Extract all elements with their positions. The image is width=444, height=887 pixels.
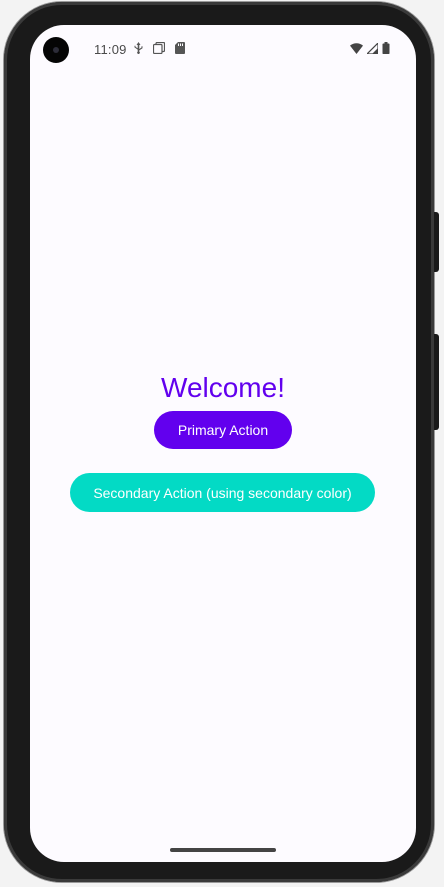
home-gesture-bar[interactable]: [170, 848, 276, 852]
phone-frame: 11:09 Welcome! Primary Action Secondary …: [4, 2, 434, 882]
welcome-title: Welcome!: [161, 372, 285, 403]
power-button: [434, 334, 439, 430]
volume-button: [434, 212, 439, 272]
primary-action-button[interactable]: Primary Action: [154, 411, 292, 449]
main-content: Welcome! Primary Action Secondary Action…: [30, 25, 416, 862]
secondary-action-button[interactable]: Secondary Action (using secondary color): [70, 473, 375, 512]
screen: 11:09 Welcome! Primary Action Secondary …: [30, 25, 416, 862]
